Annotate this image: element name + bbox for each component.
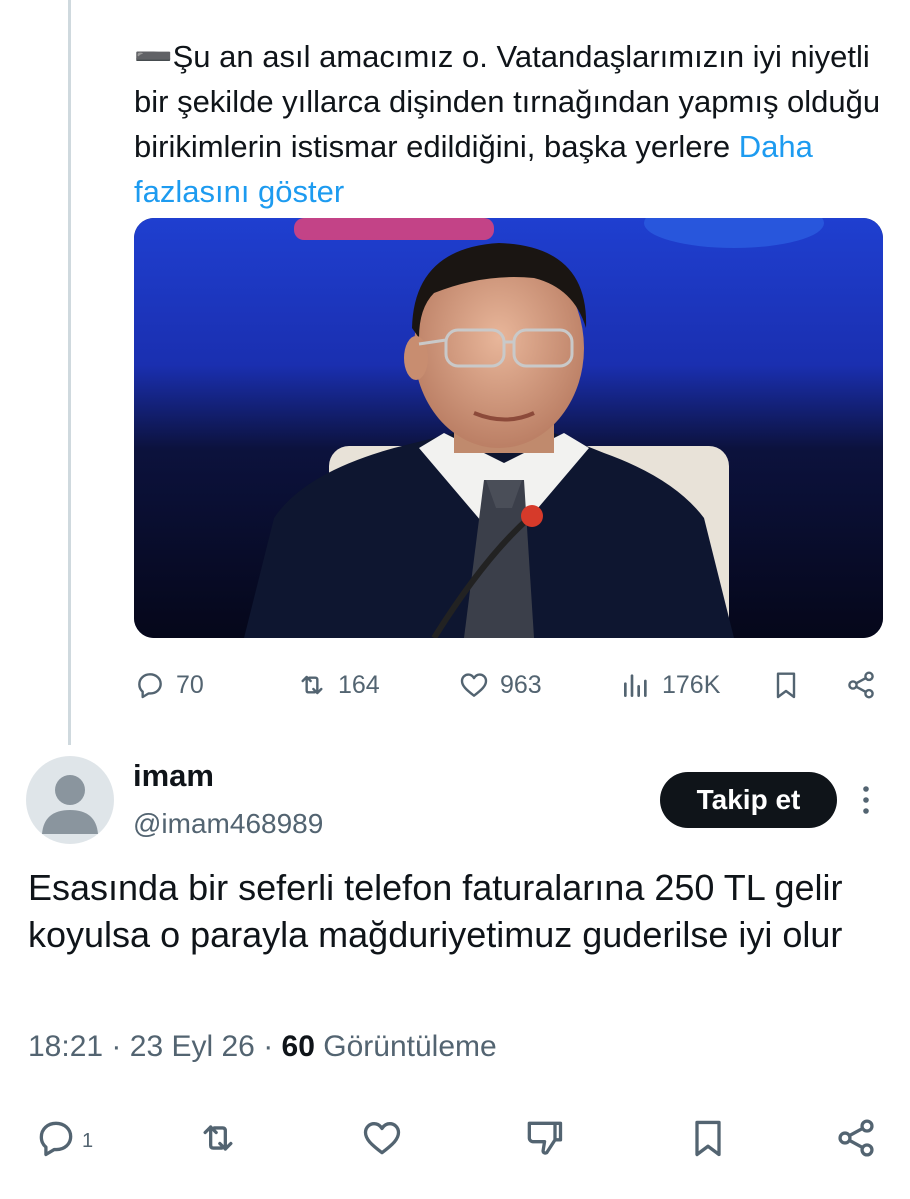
tweet-date[interactable]: 23 Eyl 26	[130, 1030, 255, 1063]
share-button[interactable]	[845, 660, 877, 710]
reply-count: 1	[82, 1129, 94, 1152]
thread-connector-line	[68, 0, 71, 745]
quoted-tweet-text: ➖Şu an asıl amacımız o. Vatandaşlarımızı…	[134, 34, 884, 214]
dislike-icon	[527, 1121, 563, 1155]
bookmark-icon	[776, 672, 796, 699]
like-button[interactable]	[360, 1110, 404, 1166]
meta-separator: ·	[111, 1030, 122, 1063]
reply-button[interactable]: 70	[134, 660, 204, 710]
repost-icon	[203, 1125, 233, 1151]
views-button[interactable]: 176K	[620, 660, 720, 710]
more-icon	[863, 786, 869, 814]
views-count: 60	[281, 1030, 315, 1063]
bookmark-button[interactable]	[770, 660, 802, 710]
repost-button[interactable]	[196, 1110, 240, 1166]
default-avatar-icon	[42, 775, 98, 834]
dislike-button[interactable]	[522, 1110, 566, 1166]
share-icon	[848, 671, 874, 699]
more-options-button[interactable]	[850, 780, 882, 820]
views-label: Görüntüleme	[323, 1030, 497, 1063]
like-icon	[363, 1122, 401, 1155]
reply-count: 70	[176, 670, 204, 699]
tweet-time[interactable]: 18:21	[28, 1030, 103, 1063]
views-count: 176K	[662, 670, 721, 699]
display-name[interactable]: imam	[133, 758, 214, 794]
share-button[interactable]	[834, 1110, 878, 1166]
reply-tweet-actions: 1	[0, 1110, 910, 1166]
repost-count: 164	[338, 670, 380, 699]
repost-button[interactable]: 164	[296, 660, 380, 710]
user-handle[interactable]: @imam468989	[133, 808, 323, 840]
reply-button[interactable]: 1	[34, 1110, 93, 1166]
views-icon	[624, 674, 647, 697]
bookmark-icon	[695, 1120, 721, 1157]
tweet-media-image[interactable]	[134, 218, 883, 638]
bookmark-button[interactable]	[686, 1110, 730, 1166]
quoted-tweet-actions: 70 164 963 176K	[0, 660, 910, 710]
tweet-metadata: 18:21 · 23 Eyl 26 · 60 Görüntüleme	[28, 1030, 497, 1064]
like-icon	[460, 673, 488, 697]
photo-of-speaker	[134, 218, 883, 638]
share-icon	[838, 1119, 874, 1157]
meta-separator: ·	[263, 1030, 274, 1063]
repost-icon	[301, 675, 323, 695]
like-count: 963	[500, 670, 542, 699]
like-button[interactable]: 963	[458, 660, 542, 710]
reply-icon	[138, 673, 162, 699]
avatar[interactable]	[26, 756, 114, 844]
follow-button[interactable]: Takip et	[660, 772, 837, 828]
reply-tweet-text: Esasında bir seferli telefon faturaların…	[28, 867, 843, 955]
reply-icon	[39, 1121, 73, 1157]
